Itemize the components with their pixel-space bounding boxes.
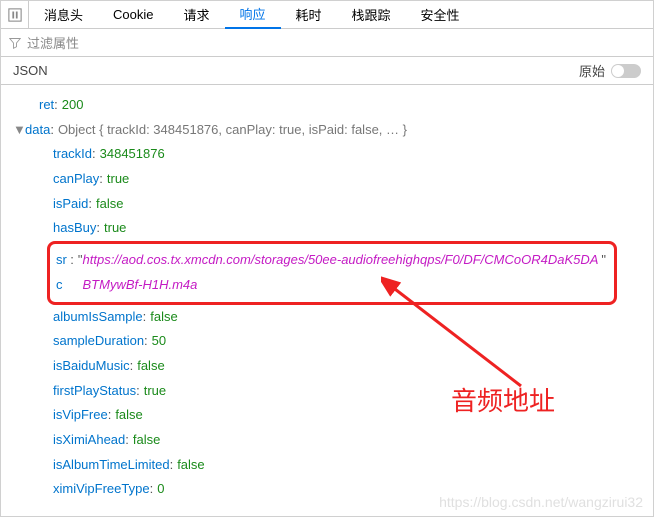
tree-row[interactable]: isPaid:false (13, 192, 649, 217)
tree-row-src[interactable]: src:"https://aod.cos.tx.xmcdn.com/storag… (56, 248, 606, 297)
filter-placeholder: 过滤属性 (27, 33, 79, 52)
json-label: JSON (13, 63, 48, 78)
tree-row[interactable]: canPlay:true (13, 167, 649, 192)
pause-icon[interactable] (1, 1, 29, 29)
tree-row[interactable]: hasBuy:true (13, 216, 649, 241)
tab-headers[interactable]: 消息头 (29, 1, 98, 29)
raw-toggle[interactable]: 原始 (579, 61, 641, 80)
json-header: JSON 原始 (1, 57, 653, 85)
watermark: https://blog.csdn.net/wangzirui32 (439, 494, 643, 510)
annotation-label: 音频地址 (451, 381, 555, 418)
tab-cookie[interactable]: Cookie (98, 1, 168, 29)
tree-row[interactable]: ret:200 (13, 93, 649, 118)
tree-row[interactable]: sampleDuration:50 (13, 329, 649, 354)
tab-bar: 消息头 Cookie 请求 响应 耗时 栈跟踪 安全性 (1, 1, 653, 29)
tab-security[interactable]: 安全性 (406, 1, 475, 29)
tab-stack[interactable]: 栈跟踪 (337, 1, 406, 29)
src-highlight-box: src:"https://aod.cos.tx.xmcdn.com/storag… (47, 241, 617, 304)
tab-response[interactable]: 响应 (225, 1, 281, 29)
tree-row[interactable]: isAlbumTimeLimited:false (13, 453, 649, 478)
filter-icon (9, 37, 21, 49)
tree-row[interactable]: isXimiAhead:false (13, 428, 649, 453)
json-tree: ret:200 ▼data:Object { trackId: 34845187… (1, 85, 653, 510)
toggle-switch[interactable] (611, 64, 641, 78)
tree-row[interactable]: trackId:348451876 (13, 142, 649, 167)
tree-row-data[interactable]: ▼data:Object { trackId: 348451876, canPl… (13, 118, 649, 143)
filter-bar[interactable]: 过滤属性 (1, 29, 653, 57)
tree-row[interactable]: isBaiduMusic:false (13, 354, 649, 379)
tab-timing[interactable]: 耗时 (281, 1, 337, 29)
twisty-icon[interactable]: ▼ (13, 118, 23, 143)
tree-row[interactable]: albumIsSample:false (13, 305, 649, 330)
tab-request[interactable]: 请求 (168, 1, 224, 29)
raw-label: 原始 (579, 61, 605, 80)
